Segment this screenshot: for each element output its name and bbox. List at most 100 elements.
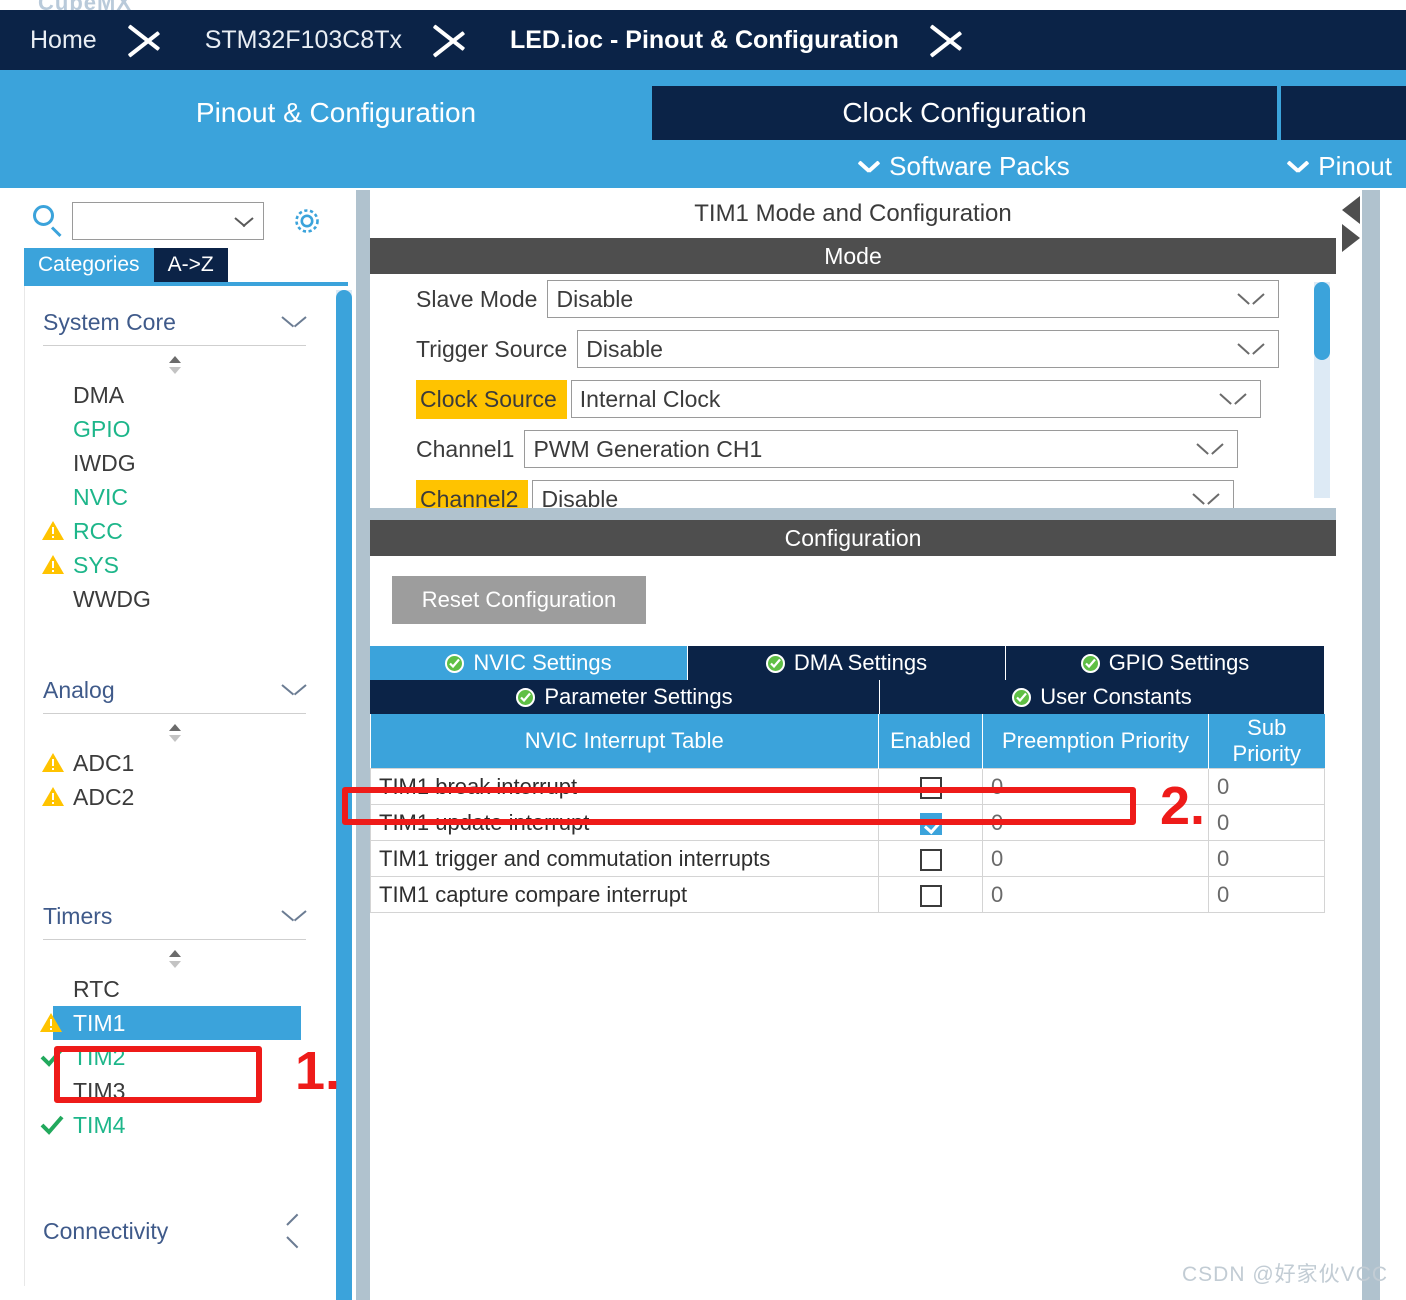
tab-label: Parameter Settings <box>544 684 733 709</box>
chevron-down-icon <box>1193 493 1219 505</box>
enabled-cell[interactable] <box>878 804 983 841</box>
sidebar-item-wwdg[interactable]: WWDG <box>25 582 324 616</box>
trigger-source-select[interactable]: Disable <box>577 330 1280 368</box>
outer-vertical-scrollbar[interactable] <box>356 190 370 1300</box>
main-tab-bar: Pinout & Configuration Clock Configurati… <box>0 70 1406 188</box>
check-circle-icon <box>516 687 536 707</box>
panel-title: TIM1 Mode and Configuration <box>370 190 1336 238</box>
sidebar-item-tim1[interactable]: TIM1 <box>40 1006 301 1040</box>
channel1-select[interactable]: PWM Generation CH1 <box>524 430 1239 468</box>
scroll-updown-icon[interactable] <box>25 946 324 972</box>
tab-pinout-configuration[interactable]: Pinout & Configuration <box>30 86 642 140</box>
sidebar-item-rtc[interactable]: RTC <box>25 972 324 1006</box>
sidebar-group-timers[interactable]: Timers <box>43 894 306 940</box>
item-label: TIM1 <box>73 1009 126 1036</box>
enabled-checkbox[interactable] <box>919 848 942 871</box>
warning-icon <box>41 520 65 541</box>
button-label: Reset Configuration <box>421 587 617 612</box>
sidebar-item-gpio[interactable]: GPIO <box>25 412 324 446</box>
pinout-dropdown[interactable]: Pinout <box>1288 147 1392 185</box>
tab-categories[interactable]: Categories <box>24 248 154 282</box>
tab-dma-settings[interactable]: DMA Settings <box>688 646 1006 680</box>
slave-mode-select[interactable]: Disable <box>547 280 1280 318</box>
enabled-checkbox[interactable] <box>919 812 942 835</box>
group-label: Connectivity <box>43 1217 169 1244</box>
sidebar-item-rcc[interactable]: RCC <box>25 514 324 548</box>
sidebar-item-nvic[interactable]: NVIC <box>25 480 324 514</box>
breadcrumb-item-home[interactable]: Home <box>0 10 123 70</box>
gear-icon[interactable] <box>290 204 324 238</box>
breadcrumb-item-current[interactable]: LED.ioc - Pinout & Configuration <box>476 10 925 70</box>
sidebar-group-connectivity[interactable]: Connectivity <box>43 1208 306 1254</box>
enabled-cell[interactable] <box>878 876 983 913</box>
panel-vertical-scrollbar[interactable] <box>1362 190 1380 1300</box>
item-label: DMA <box>73 381 125 408</box>
sidebar-item-adc2[interactable]: ADC2 <box>25 780 324 814</box>
sidebar-item-iwdg[interactable]: IWDG <box>25 446 324 480</box>
sidebar-group-analog[interactable]: Analog <box>43 668 306 714</box>
select-value: Disable <box>556 285 634 312</box>
mode-scrollbar-thumb[interactable] <box>1314 282 1330 360</box>
col-header-interrupt: NVIC Interrupt Table <box>370 714 879 769</box>
sidebar-item-adc1[interactable]: ADC1 <box>25 746 324 780</box>
configuration-tabs-row-1: NVIC Settings DMA Settings GPIO Settings <box>370 646 1336 680</box>
sidebar-search-row <box>0 198 352 244</box>
sub-priority[interactable]: 0 <box>1208 876 1325 913</box>
sidebar-item-dma[interactable]: DMA <box>25 378 324 412</box>
enabled-checkbox[interactable] <box>919 776 942 799</box>
sub-priority[interactable]: 0 <box>1208 804 1325 841</box>
table-row[interactable]: TIM1 trigger and commutation interrupts … <box>370 840 1325 877</box>
scroll-left-arrow-icon[interactable] <box>1342 196 1360 224</box>
field-slave-mode: Slave Mode Disable <box>370 274 1336 324</box>
enabled-cell[interactable] <box>878 768 983 805</box>
tab-a-to-z[interactable]: A->Z <box>153 248 228 282</box>
enabled-checkbox[interactable] <box>919 884 942 907</box>
search-input[interactable] <box>79 206 239 236</box>
search-input-wrapper[interactable] <box>72 202 264 240</box>
sub-priority[interactable]: 0 <box>1208 768 1325 805</box>
check-icon <box>39 1114 65 1136</box>
item-label: WWDG <box>73 585 151 612</box>
search-icon <box>28 201 68 241</box>
tab-label: User Constants <box>1040 684 1192 709</box>
item-label: RCC <box>73 517 123 544</box>
breadcrumb-item-mcu[interactable]: STM32F103C8Tx <box>171 10 428 70</box>
field-label: Slave Mode <box>416 285 538 312</box>
check-circle-icon <box>445 653 465 673</box>
tab-next-partial[interactable] <box>1281 86 1406 140</box>
field-label: Channel1 <box>416 435 515 462</box>
warning-icon <box>41 752 65 773</box>
enabled-cell[interactable] <box>878 840 983 877</box>
tab-label: A->Z <box>167 253 214 276</box>
tab-nvic-settings[interactable]: NVIC Settings <box>370 646 688 680</box>
sidebar-item-tim2[interactable]: TIM2 <box>25 1040 324 1074</box>
sidebar-peripheral-list[interactable]: System Core DMA GPIO IWDG NVIC RCC SYS W… <box>24 286 324 1286</box>
preemption-priority[interactable]: 0 <box>982 876 1209 913</box>
sidebar-item-tim4[interactable]: TIM4 <box>25 1108 324 1142</box>
table-row[interactable]: TIM1 capture compare interrupt 0 0 <box>370 876 1325 913</box>
tab-clock-configuration[interactable]: Clock Configuration <box>652 86 1277 140</box>
sidebar-scrollbar-thumb[interactable] <box>336 290 352 1300</box>
preemption-priority[interactable]: 0 <box>982 840 1209 877</box>
chevron-down-icon[interactable] <box>235 217 253 227</box>
scroll-updown-icon[interactable] <box>25 352 324 378</box>
channel2-select[interactable]: Disable <box>532 480 1235 508</box>
chevron-down-icon <box>1197 443 1223 455</box>
tab-label: DMA Settings <box>793 650 928 675</box>
sub-priority[interactable]: 0 <box>1208 840 1325 877</box>
sidebar-item-sys[interactable]: SYS <box>25 548 324 582</box>
breadcrumb-label: LED.ioc - Pinout & Configuration <box>509 25 899 54</box>
field-channel2: Channel2 Disable <box>370 474 1336 508</box>
item-label: TIM3 <box>73 1077 126 1104</box>
tab-gpio-settings[interactable]: GPIO Settings <box>1006 646 1324 680</box>
tab-user-constants[interactable]: User Constants <box>880 680 1324 714</box>
tab-parameter-settings[interactable]: Parameter Settings <box>370 680 880 714</box>
sidebar-group-system-core[interactable]: System Core <box>43 300 306 346</box>
reset-configuration-button[interactable]: Reset Configuration <box>392 576 646 624</box>
sidebar-item-tim3[interactable]: TIM3 <box>25 1074 324 1108</box>
scroll-right-arrow-icon[interactable] <box>1342 224 1360 252</box>
clock-source-select[interactable]: Internal Clock <box>570 380 1261 418</box>
scroll-updown-icon[interactable] <box>25 720 324 746</box>
interrupt-name: TIM1 trigger and commutation interrupts <box>370 840 879 877</box>
software-packs-dropdown[interactable]: Software Packs <box>652 147 1277 185</box>
